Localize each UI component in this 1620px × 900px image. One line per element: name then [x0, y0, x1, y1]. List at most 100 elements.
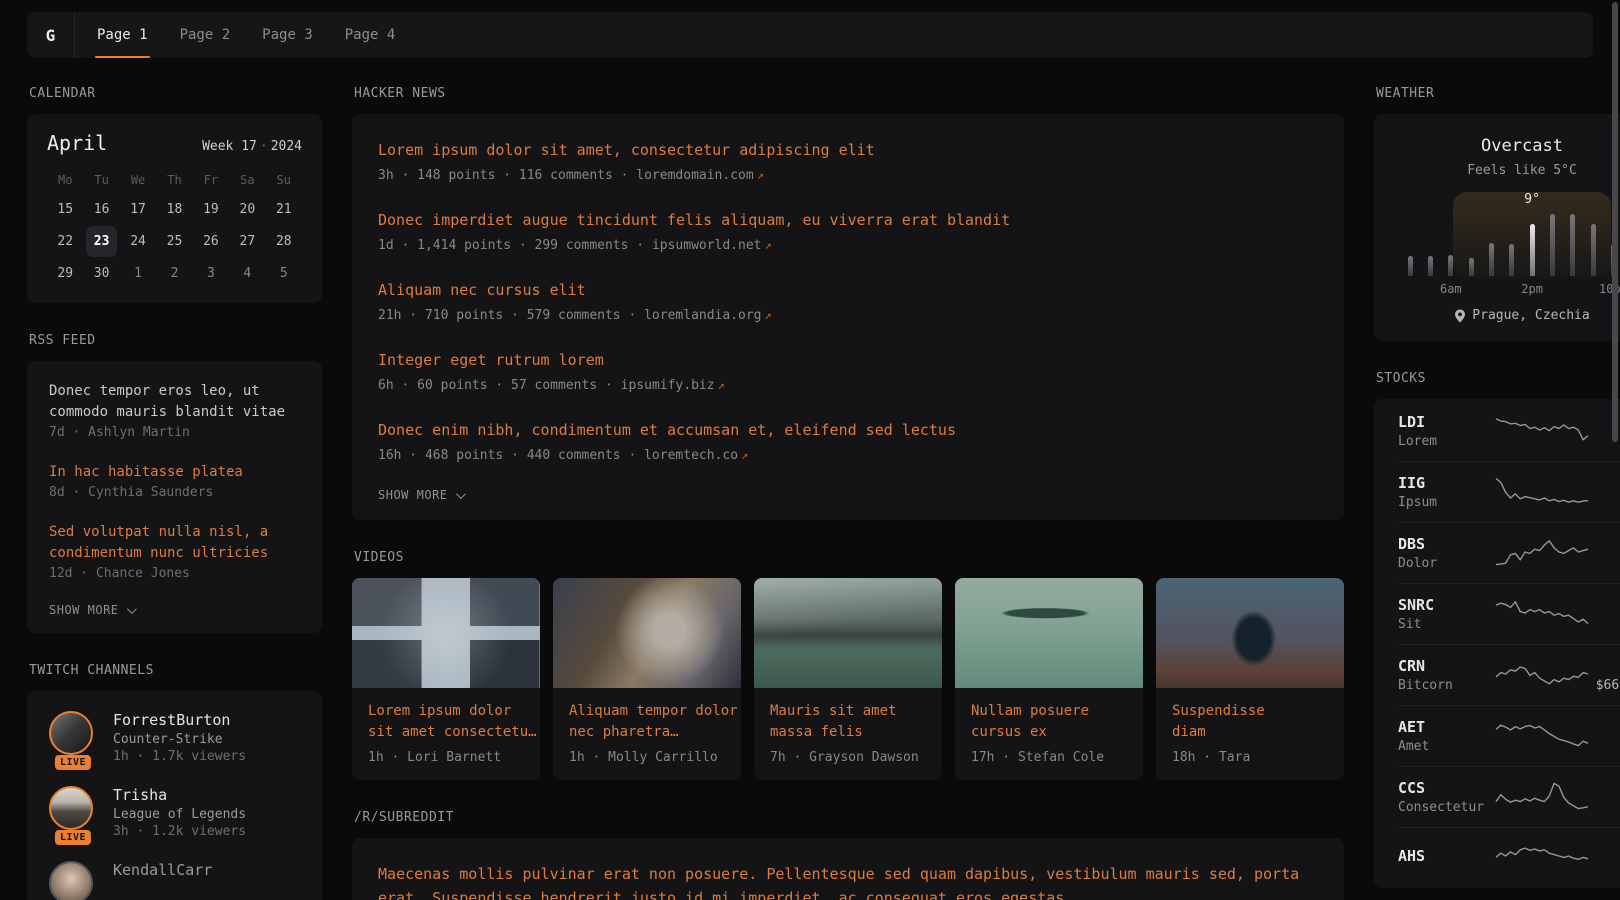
hackernews-item-domain[interactable]: loremlandia.org: [644, 308, 761, 323]
weather-location: Prague, Czechia: [1398, 308, 1620, 323]
hackernews-item-title[interactable]: Lorem ipsum dolor sit amet, consectetur …: [378, 138, 1318, 162]
hackernews-item-title[interactable]: Aliquam nec cursus elit: [378, 278, 1318, 302]
scrollbar-thumb[interactable]: [1612, 2, 1618, 442]
page-scrollbar[interactable]: [1610, 0, 1620, 900]
stock-symbol: AET: [1398, 718, 1494, 736]
subreddit-post-title[interactable]: Maecenas mollis pulvinar erat non posuer…: [378, 862, 1318, 900]
stock-row[interactable]: AHS +0.46%: [1398, 827, 1620, 886]
video-meta: 7h · Grayson Dawson: [770, 750, 926, 765]
hackernews-item-meta: 21h · 710 points · 579 comments · loreml…: [378, 308, 1318, 323]
stock-symbol: LDI: [1398, 413, 1494, 431]
rss-item-title[interactable]: Sed volutpat nulla nisl, a condimentum n…: [49, 522, 300, 564]
live-badge: LIVE: [55, 755, 91, 770]
calendar-day-cell: 27: [232, 226, 263, 257]
video-title[interactable]: Nullam posuere cursus ex: [971, 701, 1127, 743]
videos-section-title: VIDEOS: [354, 550, 1344, 565]
app-logo[interactable]: G: [27, 12, 75, 58]
video-card[interactable]: Lorem ipsum dolor sit amet consectetu… 1…: [352, 578, 540, 780]
twitch-channel-name[interactable]: KendallCarr: [113, 861, 212, 879]
stock-symbol: DBS: [1398, 535, 1494, 553]
stock-row[interactable]: SNRC Sit +1.36% $148.64: [1398, 583, 1620, 644]
external-link-icon: ↗: [765, 238, 772, 252]
stock-row[interactable]: CCS Consectetur +0.51% $165.84: [1398, 766, 1620, 827]
video-thumbnail[interactable]: [553, 578, 741, 688]
stock-sparkline: [1494, 414, 1590, 448]
twitch-channel-row[interactable]: LIVE Trisha League of Legends 3h · 1.2k …: [49, 786, 300, 839]
video-card[interactable]: Aliquam tempor dolor nec pharetra… 1h · …: [553, 578, 741, 780]
video-meta: 1h · Lori Barnett: [368, 750, 524, 765]
stock-symbol: CCS: [1398, 779, 1494, 797]
weather-hour-column: [1502, 192, 1522, 296]
weather-hour-column: [1400, 192, 1420, 296]
video-card-body: Suspendisse diam 18h · Tara: [1156, 688, 1344, 780]
subreddit-widget: /R/SUBREDDIT Maecenas mollis pulvinar er…: [352, 810, 1344, 900]
calendar-day-cell: 4: [232, 258, 263, 289]
hackernews-item-title[interactable]: Donec enim nibh, condimentum et accumsan…: [378, 418, 1318, 442]
weather-bar: [1469, 258, 1474, 276]
calendar-day-cell: 5: [268, 258, 299, 289]
video-card[interactable]: Nullam posuere cursus ex 17h · Stefan Co…: [955, 578, 1143, 780]
twitch-channel-name[interactable]: ForrestBurton: [113, 711, 246, 729]
hackernews-item-title[interactable]: Donec imperdiet augue tincidunt felis al…: [378, 208, 1318, 232]
video-thumbnail[interactable]: [352, 578, 540, 688]
hackernews-item-domain[interactable]: ipsumify.biz: [621, 378, 715, 393]
video-title[interactable]: Aliquam tempor dolor nec pharetra…: [569, 701, 725, 743]
hackernews-item-domain[interactable]: loremdomain.com: [636, 168, 753, 183]
stock-row[interactable]: DBS Dolor +1.42% $156.28: [1398, 522, 1620, 583]
stock-row[interactable]: LDI Lorem +4.35% $795.18: [1398, 401, 1620, 461]
stock-row[interactable]: AET Amet +0.92% $499.72: [1398, 705, 1620, 766]
hackernews-item-title[interactable]: Integer eget rutrum lorem: [378, 348, 1318, 372]
weather-bar: [1448, 255, 1453, 276]
page-tab[interactable]: Page 4: [343, 12, 398, 58]
stock-symbol: AHS: [1398, 847, 1494, 865]
stock-row[interactable]: CRN Bitcorn -1.00% $66,171.48: [1398, 644, 1620, 705]
video-thumbnail[interactable]: [955, 578, 1143, 688]
calendar-month: April: [47, 131, 107, 155]
hackernews-item: Lorem ipsum dolor sit amet, consectetur …: [378, 138, 1318, 183]
stock-sparkline: [1494, 840, 1590, 874]
page-tabs: Page 1 Page 2 Page 3 Page 4: [75, 12, 397, 58]
rss-item-title[interactable]: In hac habitasse platea: [49, 462, 300, 483]
video-card[interactable]: Mauris sit amet massa felis 7h · Grayson…: [754, 578, 942, 780]
rss-item-title[interactable]: Donec tempor eros leo, ut commodo mauris…: [49, 381, 300, 423]
hackernews-item-stats: 3h · 148 points · 116 comments ·: [378, 168, 636, 183]
calendar-card: April Week 17·2024 Mo Tu We Th: [27, 114, 322, 303]
hackernews-item-domain[interactable]: ipsumworld.net: [652, 238, 762, 253]
stock-row[interactable]: IIG Ipsum +2.84% $42.04: [1398, 461, 1620, 522]
page-tab[interactable]: Page 1: [95, 12, 150, 58]
external-link-icon: ↗: [757, 168, 764, 182]
rss-widget: RSS FEED Donec tempor eros leo, ut commo…: [27, 333, 322, 633]
stock-info: AET Amet: [1398, 718, 1494, 754]
weather-bar: [1408, 256, 1413, 276]
video-title[interactable]: Lorem ipsum dolor sit amet consectetu…: [368, 701, 524, 743]
stock-symbol: CRN: [1398, 657, 1494, 675]
hackernews-item-domain[interactable]: loremtech.co: [644, 448, 738, 463]
twitch-channel-info: Trisha League of Legends 3h · 1.2k viewe…: [113, 786, 246, 839]
hackernews-item-meta: 16h · 468 points · 440 comments · loremt…: [378, 448, 1318, 463]
hackernews-item-stats: 6h · 60 points · 57 comments ·: [378, 378, 621, 393]
video-title[interactable]: Mauris sit amet massa felis: [770, 701, 926, 743]
external-link-icon: ↗: [765, 308, 772, 322]
page-tab[interactable]: Page 3: [260, 12, 315, 58]
twitch-channel-row[interactable]: LIVE ForrestBurton Counter-Strike 1h · 1…: [49, 711, 300, 764]
calendar-day-header: Tu: [94, 167, 108, 193]
calendar-day-cell: 24: [123, 226, 154, 257]
video-card[interactable]: Suspendisse diam 18h · Tara: [1156, 578, 1344, 780]
videos-row: Lorem ipsum dolor sit amet consectetu… 1…: [352, 578, 1344, 780]
calendar-day-cell: 16: [86, 194, 117, 225]
left-column: CALENDAR April Week 17·2024 Mo Tu: [27, 86, 322, 900]
video-title[interactable]: Suspendisse diam: [1172, 701, 1328, 743]
hackernews-item: Donec imperdiet augue tincidunt felis al…: [378, 208, 1318, 253]
video-thumbnail[interactable]: [1156, 578, 1344, 688]
twitch-channel-row[interactable]: KendallCarr: [49, 861, 300, 900]
stock-name: Amet: [1398, 739, 1494, 754]
hackernews-show-more-button[interactable]: SHOW MORE: [378, 488, 1318, 502]
weather-hour-column: [1563, 192, 1583, 296]
video-meta: 18h · Tara: [1172, 750, 1328, 765]
page-tab[interactable]: Page 2: [178, 12, 233, 58]
twitch-channel-name[interactable]: Trisha: [113, 786, 246, 804]
rss-show-more-button[interactable]: SHOW MORE: [49, 603, 300, 617]
video-thumbnail[interactable]: [754, 578, 942, 688]
stock-info: LDI Lorem: [1398, 413, 1494, 449]
weather-bars: 6am9°2pm10pm: [1400, 192, 1620, 296]
